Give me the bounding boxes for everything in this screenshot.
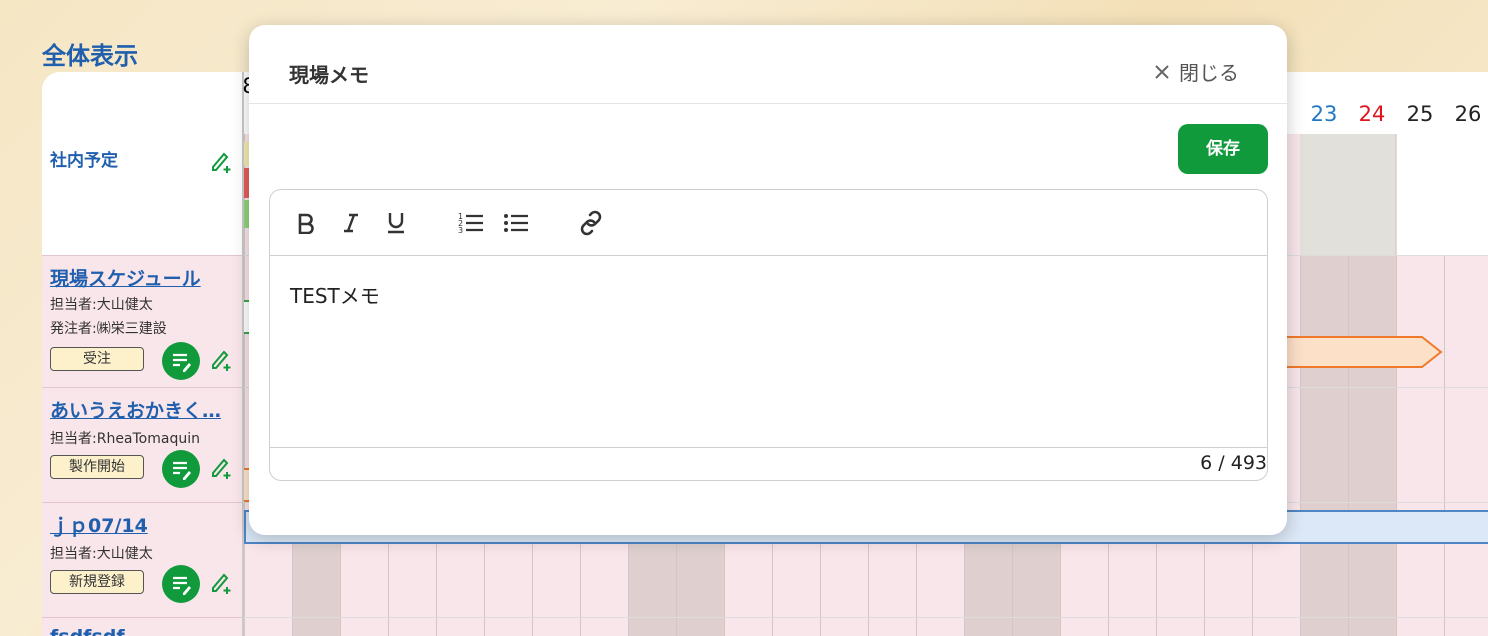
status-badge[interactable]: 新規登録 — [50, 570, 144, 594]
day-number: 25 — [1406, 102, 1434, 126]
list-item: あいうえおかきく… 担当者:RheaTomaquin 製作開始 — [42, 388, 242, 503]
project-title-link[interactable]: あいうえおかきく… — [50, 396, 221, 423]
close-icon — [1155, 64, 1169, 79]
list-item: ｊｐ07/14 担当者:大山健太 新規登録 — [42, 503, 242, 618]
bullet-list-icon[interactable] — [501, 208, 531, 238]
page-title: 全体表示 — [42, 42, 138, 70]
add-edit-icon[interactable] — [210, 346, 234, 372]
close-button[interactable]: 閉じる — [1153, 57, 1239, 86]
person-label: 担当者:大山健太 — [50, 297, 153, 313]
add-edit-icon[interactable] — [210, 569, 234, 595]
day-number: 26 — [1454, 102, 1482, 126]
project-title-link[interactable]: ｊｐ07/14 — [50, 511, 148, 538]
memo-text: TESTメモ — [290, 284, 380, 308]
underline-icon[interactable] — [381, 208, 411, 238]
person-label: 担当者:RheaTomaquin — [50, 431, 200, 447]
modal-title: 現場メモ — [289, 63, 369, 87]
bold-icon[interactable] — [291, 208, 321, 238]
project-list: 社内予定 現場スケジュール 担当者:大山健太 発注者:㈱栄三建設 受注 あいうえ… — [42, 72, 242, 636]
weekend-cells — [1300, 134, 1395, 255]
gantt-bar[interactable] — [1284, 335, 1449, 369]
list-item: fsdfsdf — [42, 618, 242, 636]
close-label: 閉じる — [1179, 61, 1239, 85]
save-button[interactable]: 保存 — [1178, 124, 1268, 174]
rich-text-editor: 123 TESTメモ 6 / 493 — [269, 189, 1268, 481]
memo-icon[interactable] — [162, 450, 200, 488]
weekday-cells — [1396, 134, 1488, 255]
row-divider — [244, 617, 1488, 618]
project-title-link[interactable]: 現場スケジュール — [50, 264, 201, 291]
day-number: 23 — [1310, 102, 1338, 126]
editor-toolbar: 123 — [270, 190, 1267, 256]
memo-icon[interactable] — [162, 565, 200, 603]
svg-text:3: 3 — [458, 226, 463, 235]
list-item: 社内予定 — [42, 134, 242, 256]
add-edit-icon[interactable] — [210, 148, 234, 174]
person-label: 担当者:大山健太 — [50, 546, 153, 562]
status-badge[interactable]: 製作開始 — [50, 455, 144, 479]
status-badge[interactable]: 受注 — [50, 347, 144, 371]
add-edit-icon[interactable] — [210, 454, 234, 480]
link-icon[interactable] — [576, 208, 606, 238]
list-header — [42, 72, 242, 135]
ordered-list-icon[interactable]: 123 — [456, 208, 486, 238]
modal-header: 現場メモ 閉じる — [249, 25, 1287, 104]
company-schedule-title[interactable]: 社内予定 — [50, 146, 118, 171]
italic-icon[interactable] — [336, 208, 366, 238]
list-item: 現場スケジュール 担当者:大山健太 発注者:㈱栄三建設 受注 — [42, 256, 242, 388]
character-counter: 6 / 493 — [1200, 452, 1267, 474]
day-number: 24 — [1358, 102, 1386, 126]
memo-modal: 現場メモ 閉じる 保存 123 TESTメモ 6 / 493 — [249, 25, 1287, 535]
editor-content[interactable]: TESTメモ — [270, 256, 1267, 448]
project-title-link[interactable]: fsdfsdf — [50, 626, 125, 636]
memo-icon[interactable] — [162, 342, 200, 380]
orderer-label: 発注者:㈱栄三建設 — [50, 321, 167, 337]
